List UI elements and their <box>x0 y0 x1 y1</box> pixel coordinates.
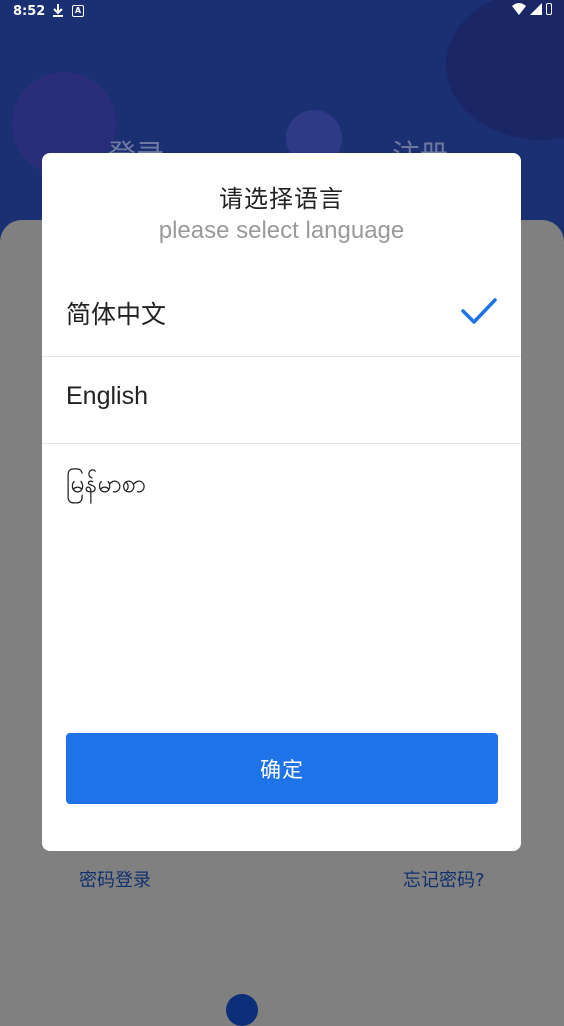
language-label: English <box>66 382 148 410</box>
bottom-logo-icon <box>226 994 258 1026</box>
battery-icon <box>546 3 552 15</box>
status-time: 8:52 <box>13 4 46 19</box>
password-login-link: 密码登录 <box>79 870 151 891</box>
app-notification-icon: A <box>72 5 84 17</box>
status-icons <box>512 3 552 15</box>
language-option-myanmar[interactable]: မြန်မာစာ <box>42 444 521 530</box>
status-bar: 8:52 A <box>0 0 564 24</box>
signal-icon <box>530 3 542 15</box>
forgot-password-link: 忘记密码? <box>403 870 485 891</box>
language-option-english[interactable]: English <box>42 358 521 444</box>
language-option-chinese[interactable]: 简体中文 <box>42 271 521 357</box>
language-dialog: 请选择语言 please select language 简体中文 Englis… <box>42 153 521 851</box>
download-icon <box>52 3 64 21</box>
language-label: မြန်မာစာ <box>66 470 147 498</box>
dialog-subtitle: please select language <box>158 217 405 244</box>
language-label: 简体中文 <box>66 301 167 329</box>
checkmark-icon <box>461 298 497 324</box>
wifi-icon <box>512 3 526 15</box>
confirm-button[interactable]: 确定 <box>66 733 498 804</box>
dialog-title: 请选择语言 <box>219 185 344 213</box>
